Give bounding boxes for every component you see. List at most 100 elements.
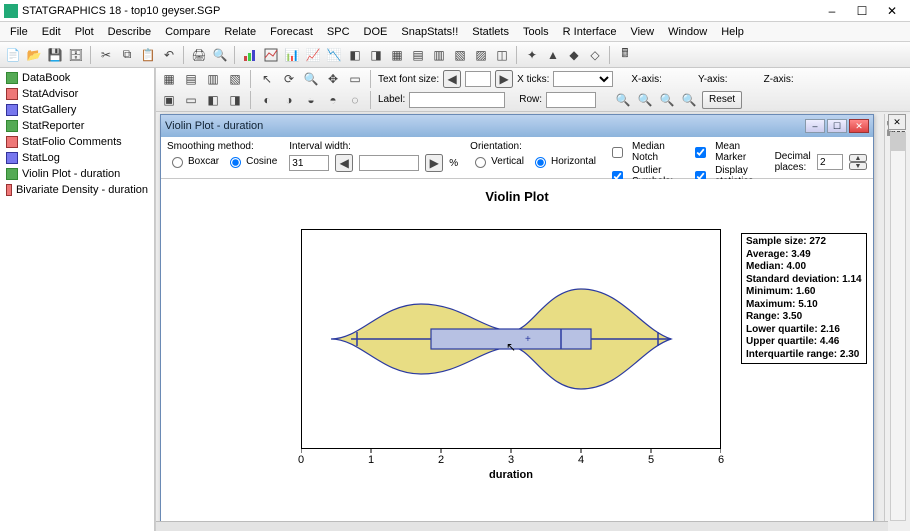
interval-input[interactable]: [289, 155, 329, 171]
sidebar-item-databook[interactable]: DataBook: [0, 70, 154, 86]
vertical-scrollbar[interactable]: [890, 132, 906, 521]
ws-layout2-icon[interactable]: ▭: [182, 91, 200, 109]
menu-forecast[interactable]: Forecast: [264, 24, 319, 40]
menu-snapstats[interactable]: SnapStats!!: [395, 24, 464, 40]
boxcar-radio[interactable]: Boxcar: [167, 154, 219, 168]
chart5-icon[interactable]: 📉: [325, 46, 343, 64]
horizontal-radio[interactable]: Horizontal: [530, 154, 596, 168]
ws-zoom-icon[interactable]: 🔍: [302, 70, 320, 88]
paste-icon[interactable]: 📋: [139, 46, 157, 64]
chart1-icon[interactable]: [241, 46, 259, 64]
chart7-icon[interactable]: ◨: [367, 46, 385, 64]
mean-marker-check[interactable]: Mean Marker: [691, 141, 762, 163]
xticks-select[interactable]: [553, 71, 613, 87]
font-size-input[interactable]: [465, 71, 491, 87]
menu-edit[interactable]: Edit: [36, 24, 67, 40]
saveall-icon[interactable]: 🗄: [67, 46, 85, 64]
tool-c-icon[interactable]: ◆: [565, 46, 583, 64]
menu-relate[interactable]: Relate: [218, 24, 262, 40]
ws-layout3-icon[interactable]: ◧: [204, 91, 222, 109]
mdi-maximize-button[interactable]: ☐: [827, 119, 847, 133]
menu-describe[interactable]: Describe: [102, 24, 157, 40]
sidebar-item-statgallery[interactable]: StatGallery: [0, 102, 154, 118]
scrollbar-thumb[interactable]: [891, 133, 905, 151]
vertical-radio[interactable]: Vertical: [470, 154, 524, 168]
sidebar-item-statreporter[interactable]: StatReporter: [0, 118, 154, 134]
undo-icon[interactable]: ↶: [160, 46, 178, 64]
ws-tool5-icon[interactable]: ◌: [346, 91, 364, 109]
close-button[interactable]: ✕: [878, 2, 906, 20]
interval-inc-button[interactable]: ▶: [425, 154, 443, 172]
cut-icon[interactable]: ✂: [97, 46, 115, 64]
label-input[interactable]: [409, 92, 505, 108]
ws-tool4-icon[interactable]: ◓: [324, 91, 342, 109]
sidebar-item-statlog[interactable]: StatLog: [0, 150, 154, 166]
sidebar-item-bivariate[interactable]: Bivariate Density - duration: [0, 182, 154, 198]
chart11-icon[interactable]: ▧: [451, 46, 469, 64]
ws-grid3-icon[interactable]: ▥: [204, 70, 222, 88]
ws-rotate-icon[interactable]: ⟳: [280, 70, 298, 88]
ws-pan-icon[interactable]: ✥: [324, 70, 342, 88]
interval-slider[interactable]: [359, 155, 419, 171]
calc-icon[interactable]: 🖩: [616, 46, 634, 64]
mdi-minimize-button[interactable]: –: [805, 119, 825, 133]
print-icon[interactable]: 🖨: [190, 46, 208, 64]
chart13-icon[interactable]: ◫: [493, 46, 511, 64]
tool-b-icon[interactable]: ▲: [544, 46, 562, 64]
chart2-icon[interactable]: [262, 46, 280, 64]
chart10-icon[interactable]: ▥: [430, 46, 448, 64]
interval-dec-button[interactable]: ◀: [335, 154, 353, 172]
ws-grid4-icon[interactable]: ▧: [226, 70, 244, 88]
menu-statlets[interactable]: Statlets: [466, 24, 515, 40]
chart9-icon[interactable]: ▤: [409, 46, 427, 64]
menu-view[interactable]: View: [624, 24, 660, 40]
preview-icon[interactable]: 🔍: [211, 46, 229, 64]
median-notch-check[interactable]: Median Notch: [608, 141, 679, 163]
ws-tool2-icon[interactable]: ◑: [280, 91, 298, 109]
chart6-icon[interactable]: ◧: [346, 46, 364, 64]
menu-doe[interactable]: DOE: [358, 24, 394, 40]
sidebar-item-violin[interactable]: Violin Plot - duration: [0, 166, 154, 182]
decimals-up-button[interactable]: ▲: [849, 154, 867, 162]
menu-file[interactable]: File: [4, 24, 34, 40]
chart3-icon[interactable]: 📊: [283, 46, 301, 64]
ws-tool3-icon[interactable]: ◒: [302, 91, 320, 109]
save-icon[interactable]: 💾: [46, 46, 64, 64]
ws-select-icon[interactable]: ▭: [346, 70, 364, 88]
menu-plot[interactable]: Plot: [69, 24, 100, 40]
zoom-z-icon[interactable]: 🔍: [658, 91, 676, 109]
font-decrease-button[interactable]: ◀: [443, 70, 461, 88]
maximize-button[interactable]: ☐: [848, 2, 876, 20]
ws-pointer-icon[interactable]: ↖: [258, 70, 276, 88]
open-icon[interactable]: 📂: [25, 46, 43, 64]
mdi-close-button[interactable]: ✕: [849, 119, 869, 133]
chart12-icon[interactable]: ▨: [472, 46, 490, 64]
chart8-icon[interactable]: ▦: [388, 46, 406, 64]
ws-grid1-icon[interactable]: ▦: [160, 70, 178, 88]
minimize-button[interactable]: –: [818, 2, 846, 20]
sidebar-item-comments[interactable]: StatFolio Comments: [0, 134, 154, 150]
font-increase-button[interactable]: ▶: [495, 70, 513, 88]
cosine-radio[interactable]: Cosine: [225, 154, 277, 168]
sidebar-item-statadvisor[interactable]: StatAdvisor: [0, 86, 154, 102]
menu-spc[interactable]: SPC: [321, 24, 356, 40]
mdi-close-tab-button[interactable]: ✕: [888, 114, 906, 130]
menu-window[interactable]: Window: [662, 24, 713, 40]
new-icon[interactable]: 📄: [4, 46, 22, 64]
zoom-z2-icon[interactable]: 🔍: [680, 91, 698, 109]
tool-d-icon[interactable]: ◇: [586, 46, 604, 64]
copy-icon[interactable]: ⧉: [118, 46, 136, 64]
decimals-down-button[interactable]: ▼: [849, 162, 867, 170]
zoom-y-icon[interactable]: 🔍: [636, 91, 654, 109]
ws-layout1-icon[interactable]: ▣: [160, 91, 178, 109]
row-input[interactable]: [546, 92, 596, 108]
reset-button[interactable]: Reset: [702, 91, 742, 109]
menu-tools[interactable]: Tools: [517, 24, 555, 40]
mdi-titlebar[interactable]: Violin Plot - duration – ☐ ✕: [161, 115, 873, 137]
chart4-icon[interactable]: 📈: [304, 46, 322, 64]
menu-rinterface[interactable]: R Interface: [557, 24, 623, 40]
ws-tool1-icon[interactable]: ◐: [258, 91, 276, 109]
menu-help[interactable]: Help: [715, 24, 750, 40]
ws-layout4-icon[interactable]: ◨: [226, 91, 244, 109]
menu-compare[interactable]: Compare: [159, 24, 216, 40]
